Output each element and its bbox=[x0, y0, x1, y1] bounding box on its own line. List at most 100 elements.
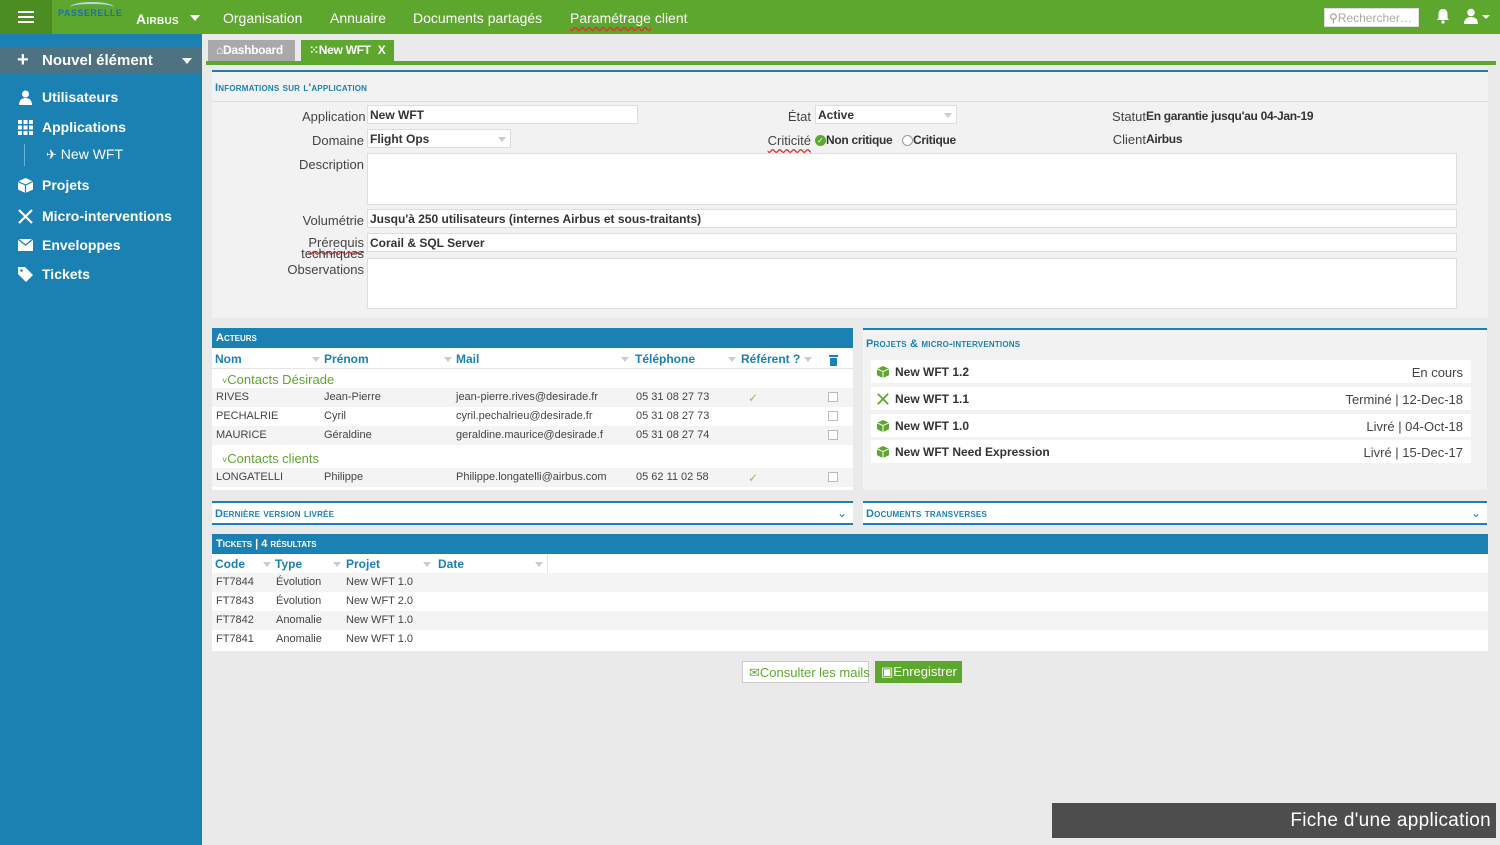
column-header-projet[interactable]: Projet bbox=[346, 557, 380, 571]
table-row[interactable]: LONGATELLI Philippe Philippe.longatelli@… bbox=[212, 468, 853, 487]
sidebar-item-tickets[interactable]: Tickets bbox=[18, 266, 90, 282]
column-header-date[interactable]: Date bbox=[438, 557, 464, 571]
domaine-select[interactable]: Flight Ops bbox=[367, 129, 511, 148]
table-row[interactable]: FT7843 Évolution New WFT 2.0 bbox=[212, 592, 1488, 611]
cell-mail[interactable]: jean-pierre.rives@desirade.fr bbox=[456, 391, 598, 403]
criticite-option-critique[interactable]: Critique bbox=[902, 133, 956, 147]
sidebar-item-enveloppes[interactable]: Enveloppes bbox=[18, 237, 121, 253]
sort-caret-icon[interactable] bbox=[263, 562, 271, 567]
radio-empty-icon bbox=[902, 134, 913, 146]
row-select-checkbox[interactable] bbox=[828, 472, 838, 482]
panel-title: Projets & micro-interventions bbox=[866, 338, 1021, 350]
cell-mail[interactable]: geraldine.maurice@desirade.f bbox=[456, 429, 603, 441]
project-item[interactable]: New WFT 1.2 En cours bbox=[871, 360, 1471, 383]
chevron-down-icon[interactable]: ⌄ bbox=[837, 506, 847, 520]
sidebar: + Nouvel élément Utilisateurs Applicatio… bbox=[0, 34, 202, 845]
sidebar-subitem-new-wft[interactable]: ✈ New WFT bbox=[46, 146, 123, 163]
description-textarea[interactable] bbox=[367, 153, 1457, 205]
user-icon bbox=[19, 90, 32, 105]
column-header-prenom[interactable]: Prénom bbox=[324, 352, 369, 366]
cell-mail[interactable]: cyril.pechalrieu@desirade.fr bbox=[456, 410, 593, 422]
sort-caret-icon[interactable] bbox=[804, 357, 812, 362]
project-status: Terminé | 12-Dec-18 bbox=[1345, 392, 1463, 407]
sort-caret-icon[interactable] bbox=[423, 562, 431, 567]
volumetrie-field[interactable]: Jusqu'à 250 utilisateurs (internes Airbu… bbox=[367, 209, 1457, 228]
hamburger-menu-button[interactable] bbox=[0, 0, 52, 34]
observations-textarea[interactable] bbox=[367, 258, 1457, 309]
project-status: Livré | 04-Oct-18 bbox=[1366, 419, 1463, 434]
etat-select[interactable]: Active bbox=[815, 105, 957, 124]
sort-caret-icon[interactable] bbox=[333, 562, 341, 567]
group-contacts-clients[interactable]: ˅Contacts clients bbox=[222, 451, 319, 466]
group-contacts-desirade[interactable]: ˅Contacts Désirade bbox=[222, 372, 334, 387]
sort-caret-icon[interactable] bbox=[535, 562, 543, 567]
tickets-header: Tickets | 4 résultats bbox=[212, 534, 1488, 554]
new-element-button[interactable]: + Nouvel élément bbox=[0, 48, 202, 74]
derniere-version-panel[interactable]: Dernière version livrée ⌄ bbox=[212, 501, 853, 525]
sort-caret-icon[interactable] bbox=[444, 357, 452, 362]
search-input[interactable]: ⚲Rechercher… bbox=[1324, 8, 1419, 27]
tab-close-button[interactable]: X bbox=[378, 43, 386, 57]
column-header-telephone[interactable]: Téléphone bbox=[635, 352, 695, 366]
sort-caret-icon[interactable] bbox=[312, 357, 320, 362]
row-select-checkbox[interactable] bbox=[828, 430, 838, 440]
column-header-type[interactable]: Type bbox=[275, 557, 302, 571]
cell-nom: LONGATELLI bbox=[216, 471, 284, 483]
bell-icon[interactable] bbox=[1436, 8, 1450, 29]
group-label: Contacts Désirade bbox=[227, 372, 335, 387]
table-row[interactable]: PECHALRIE Cyril cyril.pechalrieu@desirad… bbox=[212, 407, 853, 426]
chevron-down-icon[interactable] bbox=[190, 15, 200, 21]
user-menu-button[interactable] bbox=[1464, 8, 1492, 29]
prerequis-field[interactable]: Corail & SQL Server bbox=[367, 233, 1457, 252]
column-header-mail[interactable]: Mail bbox=[456, 352, 479, 366]
documents-transverses-panel[interactable]: Documents transverses ⌄ bbox=[863, 501, 1487, 525]
cell-telephone: 05 62 11 02 58 bbox=[636, 471, 709, 483]
user-icon bbox=[1464, 8, 1490, 24]
table-row[interactable]: RIVES Jean-Pierre jean-pierre.rives@desi… bbox=[212, 388, 853, 407]
nav-parametrage-client[interactable]: Paramétrage client bbox=[570, 10, 688, 26]
row-select-checkbox[interactable] bbox=[828, 392, 838, 402]
column-header-referent[interactable]: Référent ? bbox=[741, 352, 800, 366]
tab-new-wft[interactable]: ⁙New WFT X bbox=[301, 40, 394, 61]
cell-projet: New WFT 1.0 bbox=[346, 614, 414, 626]
sidebar-item-projets[interactable]: Projets bbox=[18, 177, 89, 193]
column-header-nom[interactable]: Nom bbox=[215, 352, 242, 366]
sidebar-item-applications[interactable]: Applications bbox=[18, 119, 126, 135]
column-header-code[interactable]: Code bbox=[215, 557, 245, 571]
project-item[interactable]: New WFT 1.0 Livré | 04-Oct-18 bbox=[871, 414, 1471, 437]
chevron-down-icon[interactable]: ⌄ bbox=[1471, 506, 1481, 520]
envelope-icon bbox=[18, 239, 33, 251]
acteurs-panel: Acteurs Nom Prénom Mail Téléphone Référe… bbox=[212, 328, 853, 490]
nav-organisation[interactable]: Organisation bbox=[223, 10, 302, 26]
tab-label: Dashboard bbox=[222, 43, 283, 57]
criticite-option-non-critique[interactable]: ✓ Non critique bbox=[815, 133, 893, 147]
project-item[interactable]: New WFT Need Expression Livré | 15-Dec-1… bbox=[871, 440, 1471, 463]
nav-annuaire[interactable]: Annuaire bbox=[330, 10, 386, 26]
table-row[interactable]: FT7842 Anomalie New WFT 1.0 bbox=[212, 611, 1488, 630]
check-icon: ✓ bbox=[748, 391, 759, 405]
tab-dashboard[interactable]: ⌂Dashboard bbox=[208, 40, 295, 61]
nav-documents-partages[interactable]: Documents partagés bbox=[413, 10, 542, 26]
cell-nom: RIVES bbox=[216, 391, 250, 403]
project-item[interactable]: New WFT 1.1 Terminé | 12-Dec-18 bbox=[871, 387, 1471, 410]
consult-mails-button[interactable]: ✉Consulter les mails bbox=[742, 661, 870, 683]
table-row[interactable]: MAURICE Géraldine geraldine.maurice@desi… bbox=[212, 426, 853, 445]
cell-prenom: Philippe bbox=[324, 471, 364, 483]
sort-caret-icon[interactable] bbox=[621, 357, 629, 362]
cell-mail[interactable]: Philippe.longatelli@airbus.com bbox=[456, 471, 607, 483]
save-button[interactable]: ▣Enregistrer bbox=[875, 661, 962, 683]
application-field[interactable]: New WFT bbox=[367, 105, 638, 124]
sidebar-item-label: Enveloppes bbox=[42, 237, 121, 253]
row-select-checkbox[interactable] bbox=[828, 411, 838, 421]
cell-prenom: Jean-Pierre bbox=[324, 391, 381, 403]
sidebar-item-label: Tickets bbox=[42, 266, 90, 282]
cube-icon bbox=[876, 445, 890, 463]
table-row[interactable]: FT7844 Évolution New WFT 1.0 bbox=[212, 573, 1488, 592]
search-icon: ⚲ bbox=[1329, 11, 1338, 25]
table-row[interactable]: FT7841 Anomalie New WFT 1.0 bbox=[212, 630, 1488, 649]
sidebar-item-utilisateurs[interactable]: Utilisateurs bbox=[18, 89, 118, 105]
sidebar-item-micro-interventions[interactable]: Micro-interventions bbox=[18, 208, 172, 224]
sort-caret-icon[interactable] bbox=[728, 357, 736, 362]
projets-panel: Projets & micro-interventions New WFT 1.… bbox=[863, 328, 1487, 490]
client-selector[interactable]: Airbus bbox=[136, 11, 179, 27]
